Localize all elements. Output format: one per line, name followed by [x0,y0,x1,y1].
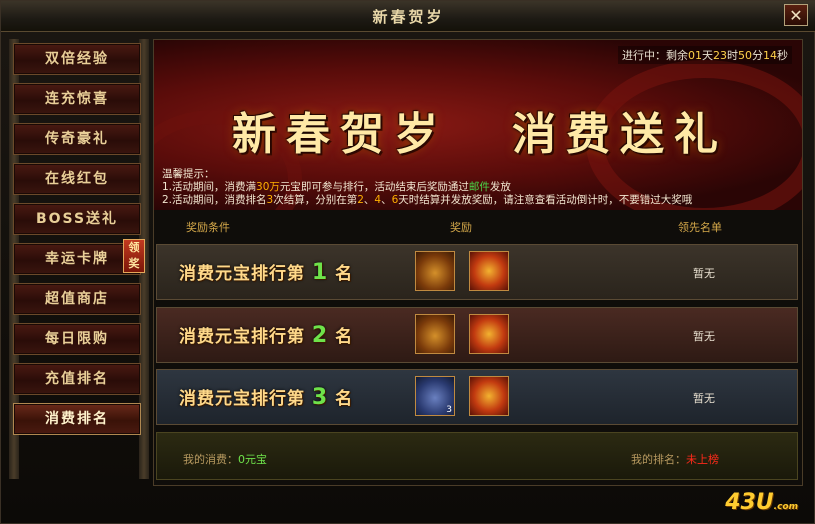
rank-unit: 名 [335,327,354,347]
tip-text: 1.活动期间，消费满 [162,181,257,193]
tip-text: 、 [381,194,392,206]
gift-box-icon[interactable] [469,376,509,416]
window-title: 新春贺岁 [372,8,445,26]
timer-prefix: 进行中：剩余 [622,49,688,62]
leader-name: 暂无 [693,392,715,405]
logo-suffix: .com [773,502,798,512]
timer-hours: 23 [713,49,727,62]
rank-number: 1 [311,260,329,285]
my-rank-value: 未上榜 [686,453,719,466]
sidebar-item-spend-rank[interactable]: 消费排名 [13,403,141,435]
rank-condition: 消费元宝排行第 1 名 [179,259,353,285]
tip-text: 2.活动期间，消费排名 [162,194,267,206]
timer-seconds: 14 [763,49,777,62]
my-spend-label: 我的消费： [183,453,238,466]
my-rank: 我的排名：未上榜 [631,451,719,467]
tip-text: 元宝即可参与排行，活动结束后奖励通过 [279,181,469,193]
silver-chest-icon[interactable] [415,314,455,354]
site-logo: 43U.com [725,490,798,515]
timer-unit: 秒 [777,49,788,62]
my-rank-label: 我的排名： [631,453,686,466]
close-button[interactable]: ✕ [784,4,808,26]
rank-unit: 名 [335,264,354,284]
sidebar-item-recharge-rank[interactable]: 充值排名 [13,363,141,395]
sidebar-item-double-exp[interactable]: 双倍经验 [13,43,141,75]
sidebar-item-value-shop[interactable]: 超值商店 [13,283,141,315]
header-leader: 领先名单 [678,221,722,234]
timer-unit: 分 [752,49,763,62]
countdown-timer: 进行中：剩余01天23时50分14秒 [618,46,792,64]
rank-unit: 名 [335,389,354,409]
timer-days: 01 [688,49,702,62]
item-quantity: 3 [446,405,452,415]
sidebar-item-online-redpacket[interactable]: 在线红包 [13,163,141,195]
condition-text: 消费元宝排行第 [179,264,305,284]
tip-text: 天时结算并发放奖励，请注意查看活动倒计时，不要错过大奖哦 [398,194,693,206]
table-row: 消费元宝排行第 1 名 暂无 [156,244,798,300]
tip-highlight: 2 [357,194,364,206]
main-panel: 进行中：剩余01天23时50分14秒 新春贺岁 消费送礼 温馨提示： 1.活动期… [153,39,803,486]
condition-text: 消费元宝排行第 [179,327,305,347]
table-header: 奖励条件 奖励 领先名单 [154,215,802,237]
my-spend-value: 0元宝 [238,453,267,466]
tip-text: 、 [363,194,375,206]
banner-slogan-left: 新春贺岁 [232,109,448,160]
title-bar: 新春贺岁 ✕ [1,1,815,32]
gift-box-icon[interactable] [469,251,509,291]
my-spend: 我的消费：0元宝 [183,451,267,467]
header-reward: 奖励 [450,221,472,234]
sidebar-item-daily-limit[interactable]: 每日限购 [13,323,141,355]
sidebar: 双倍经验 连充惊喜 传奇豪礼 在线红包 BOSS送礼 幸运卡牌 超值商店 每日限… [9,39,149,479]
tip-line-2: 2.活动期间，消费排名3次结算，分别在第2、4、6天时结算并发放奖励，请注意查看… [162,194,692,207]
tip-mail-highlight: 邮件 [468,181,490,193]
sidebar-item-legend-gift[interactable]: 传奇豪礼 [13,123,141,155]
rank-number: 2 [311,323,329,348]
tip-line-1: 1.活动期间，消费满30万元宝即可参与排行，活动结束后奖励通过邮件发放 [162,181,692,194]
tips-title: 温馨提示： [162,168,215,180]
event-window: 新春贺岁 ✕ 双倍经验 连充惊喜 传奇豪礼 在线红包 BOSS送礼 幸运卡牌 超… [0,0,815,524]
table-row: 消费元宝排行第 3 名 3 暂无 [156,369,798,425]
tip-highlight: 30万 [256,181,280,193]
logo-text: 43U [725,490,774,515]
tip-text: 次结算，分别在第 [273,194,358,206]
sidebar-item-lucky-card[interactable]: 幸运卡牌 [13,243,141,275]
rank-number: 3 [311,385,329,410]
leader-name: 暂无 [693,267,715,280]
claim-reward-badge[interactable]: 领奖 [123,239,145,273]
tips-block: 温馨提示： 1.活动期间，消费满30万元宝即可参与排行，活动结束后奖励通过邮件发… [162,168,692,207]
tip-text: 发放 [489,181,511,193]
sidebar-item-boss-gift[interactable]: BOSS送礼 [13,203,141,235]
header-condition: 奖励条件 [186,221,230,234]
leader-name: 暂无 [693,330,715,343]
table-row: 消费元宝排行第 2 名 暂无 [156,307,798,363]
timer-minutes: 50 [738,49,752,62]
event-banner: 进行中：剩余01天23时50分14秒 新春贺岁 消费送礼 温馨提示： 1.活动期… [154,40,802,210]
condition-text: 消费元宝排行第 [179,389,305,409]
timer-unit: 时 [727,49,738,62]
blue-chest-icon[interactable]: 3 [415,376,455,416]
rank-condition: 消费元宝排行第 2 名 [179,322,353,348]
rank-condition: 消费元宝排行第 3 名 [179,384,353,410]
banner-slogan-right: 消费送礼 [512,109,728,160]
gift-box-icon[interactable] [469,314,509,354]
close-icon: ✕ [789,6,803,25]
my-status-bar: 我的消费：0元宝 我的排名：未上榜 [156,432,798,480]
gold-chest-icon[interactable] [415,251,455,291]
sidebar-item-recharge-surprise[interactable]: 连充惊喜 [13,83,141,115]
timer-unit: 天 [702,49,713,62]
